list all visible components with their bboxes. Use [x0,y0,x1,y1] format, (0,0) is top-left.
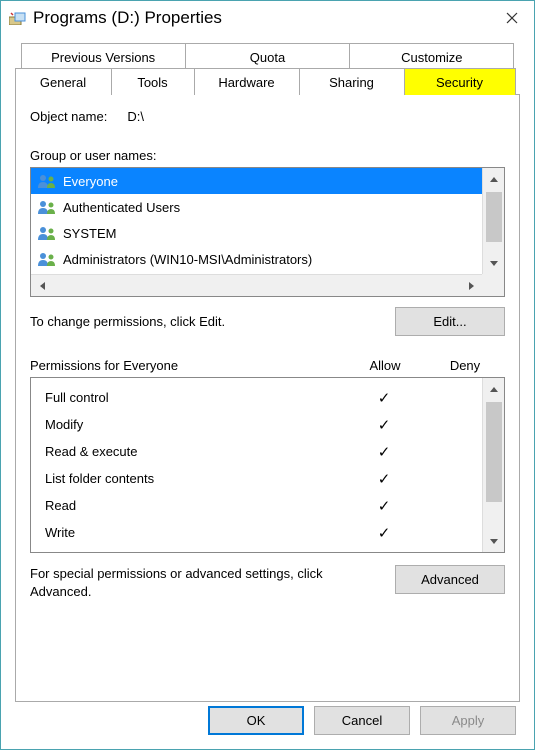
scroll-down-icon[interactable] [483,252,505,274]
scroll-thumb[interactable] [486,192,502,242]
column-allow: Allow [345,358,425,373]
tab-tools[interactable]: Tools [111,68,195,95]
horizontal-scrollbar[interactable] [31,274,482,296]
permissions-header-label: Permissions for Everyone [30,358,345,373]
users-icon [35,198,59,216]
tab-general[interactable]: General [15,68,112,95]
permission-row: Full control✓ [45,384,504,411]
list-item-label: Everyone [63,174,118,189]
scroll-corner [482,274,504,296]
allow-check-icon: ✓ [344,524,424,542]
users-icon [35,172,59,190]
list-item[interactable]: Administrators (WIN10-MSI\Administrators… [31,246,504,272]
permission-row: List folder contents✓ [45,465,504,492]
allow-check-icon: ✓ [344,416,424,434]
permission-row: Read✓ [45,492,504,519]
dialog-footer: OK Cancel Apply [208,706,516,735]
group-list-label: Group or user names: [30,148,505,163]
cancel-button[interactable]: Cancel [314,706,410,735]
permission-name: Full control [45,390,344,405]
scroll-left-icon[interactable] [31,275,53,297]
permission-row: Read & execute✓ [45,438,504,465]
allow-check-icon: ✓ [344,389,424,407]
advanced-hint-text: For special permissions or advanced sett… [30,565,385,601]
edit-hint-text: To change permissions, click Edit. [30,314,395,329]
tab-customize[interactable]: Customize [349,43,514,70]
object-name-label: Object name: [30,109,107,124]
scroll-up-icon[interactable] [483,168,505,190]
permission-name: Modify [45,417,344,432]
list-item[interactable]: Everyone [31,168,504,194]
permission-row: Modify✓ [45,411,504,438]
permission-name: Read & execute [45,444,344,459]
tab-strip: Previous Versions Quota Customize Genera… [15,43,520,95]
tab-security[interactable]: Security [404,68,516,95]
group-user-list[interactable]: Everyone Authenticated Users SYSTEM Adminis… [30,167,505,297]
ok-button[interactable]: OK [208,706,304,735]
permission-name: List folder contents [45,471,344,486]
close-button[interactable] [490,3,534,33]
edit-button[interactable]: Edit... [395,307,505,336]
allow-check-icon: ✓ [344,497,424,515]
vertical-scrollbar[interactable] [482,378,504,552]
scroll-thumb[interactable] [486,402,502,502]
tab-hardware[interactable]: Hardware [194,68,300,95]
window-title: Programs (D:) Properties [33,8,490,28]
permissions-list[interactable]: Full control✓Modify✓Read & execute✓List … [30,377,505,553]
permission-row: Write✓ [45,519,504,546]
list-item[interactable]: Authenticated Users [31,194,504,220]
tab-previous-versions[interactable]: Previous Versions [21,43,186,70]
allow-check-icon: ✓ [344,470,424,488]
users-icon [35,224,59,242]
users-icon [35,250,59,268]
tab-quota[interactable]: Quota [185,43,350,70]
tab-sharing[interactable]: Sharing [299,68,405,95]
scroll-down-icon[interactable] [483,530,505,552]
advanced-button[interactable]: Advanced [395,565,505,594]
allow-check-icon: ✓ [344,443,424,461]
scroll-right-icon[interactable] [460,275,482,297]
title-bar: Programs (D:) Properties [1,1,534,35]
apply-button[interactable]: Apply [420,706,516,735]
scroll-up-icon[interactable] [483,378,505,400]
app-icon [9,11,27,25]
list-item[interactable]: SYSTEM [31,220,504,246]
object-name-value: D:\ [127,109,144,124]
vertical-scrollbar[interactable] [482,168,504,274]
permission-name: Read [45,498,344,513]
list-item-label: Administrators (WIN10-MSI\Administrators… [63,252,312,267]
list-item-label: SYSTEM [63,226,116,241]
tab-panel-security: Object name: D:\ Group or user names: Ev… [15,94,520,702]
list-item-label: Authenticated Users [63,200,180,215]
column-deny: Deny [425,358,505,373]
permission-name: Write [45,525,344,540]
